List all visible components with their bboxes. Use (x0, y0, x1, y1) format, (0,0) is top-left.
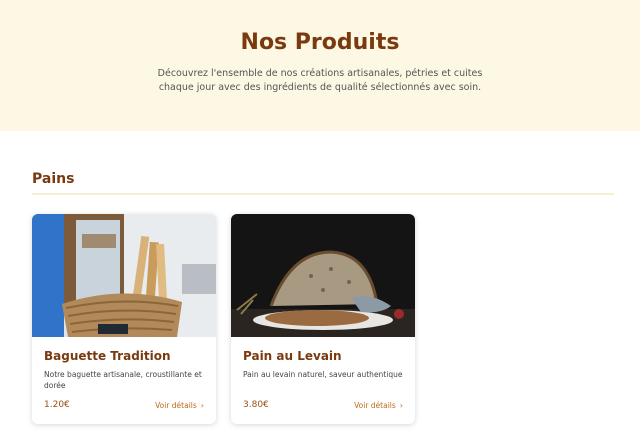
page-title: Nos Produits (240, 30, 400, 55)
product-name: Baguette Tradition (44, 349, 171, 363)
chevron-right-icon: › (399, 401, 403, 410)
product-name: Pain au Levain (243, 349, 342, 363)
page-subtitle: Découvrez l'ensemble de nos créations ar… (157, 68, 483, 93)
section-title: Pains (32, 171, 75, 187)
view-details-label: Voir détails (155, 401, 197, 410)
chevron-right-icon: › (200, 401, 204, 410)
product-description: Notre baguette artisanale, croustillante… (44, 370, 202, 390)
view-details-link[interactable]: Voir détails › (354, 401, 403, 410)
view-details-link[interactable]: Voir détails › (155, 401, 204, 410)
hero-banner: Nos Produits Découvrez l'ensemble de nos… (0, 0, 640, 131)
product-image-baguette[interactable] (32, 214, 216, 337)
product-price: 3.80€ (243, 400, 269, 410)
section-divider (32, 193, 614, 195)
product-price: 1.20€ (44, 400, 70, 410)
view-details-label: Voir détails (354, 401, 396, 410)
product-description: Pain au levain naturel, saveur authentiq… (243, 370, 403, 379)
product-image-levain[interactable] (231, 214, 415, 337)
product-card[interactable]: Baguette Tradition Notre baguette artisa… (32, 214, 216, 424)
product-card[interactable]: Pain au Levain Pain au levain naturel, s… (231, 214, 415, 424)
